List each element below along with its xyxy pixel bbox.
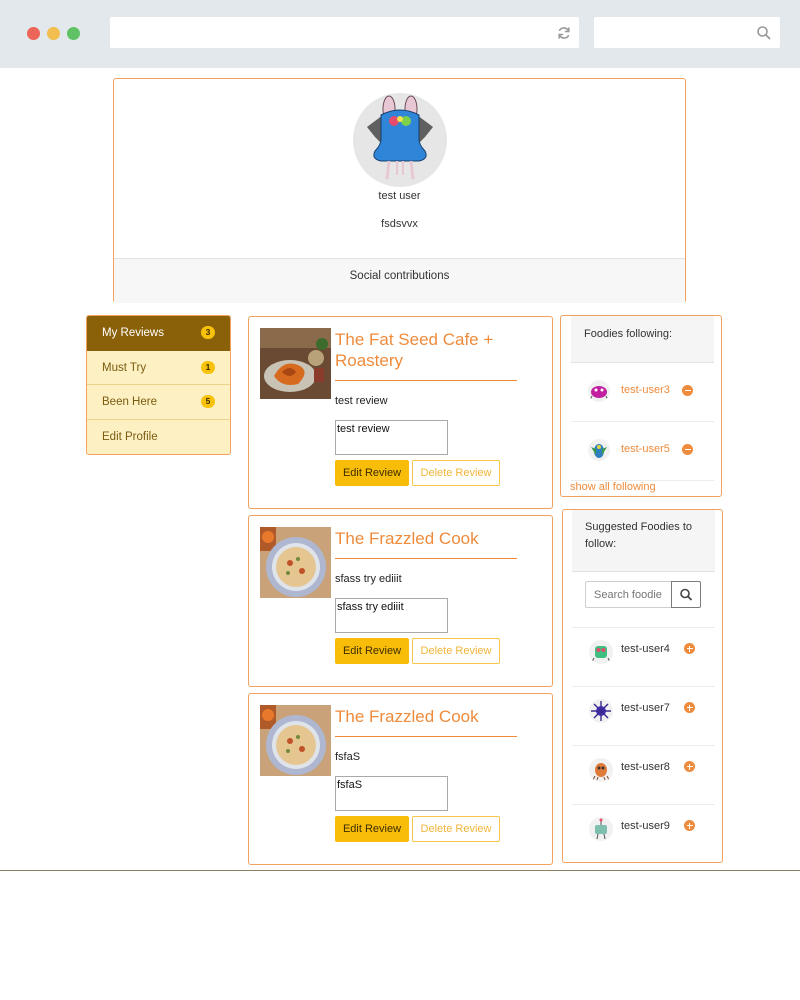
- following-user-row: test-user5: [571, 422, 714, 481]
- footer-divider: [0, 870, 800, 871]
- browser-chrome: [0, 0, 800, 68]
- plus-circle-icon[interactable]: [684, 820, 695, 831]
- review-edit-field[interactable]: sfass try ediiit: [335, 598, 448, 633]
- user-avatar: [588, 439, 610, 461]
- suggested-username[interactable]: test-user9: [621, 820, 670, 832]
- food-image: [260, 328, 331, 399]
- review-text: test review: [335, 395, 388, 407]
- restaurant-name[interactable]: The Frazzled Cook: [335, 706, 515, 727]
- restaurant-photo: [260, 705, 331, 776]
- review-edit-field[interactable]: fsfaS: [335, 776, 448, 811]
- edit-review-button[interactable]: Edit Review: [335, 816, 409, 842]
- nav-item-my-reviews[interactable]: My Reviews 3: [87, 316, 230, 351]
- search-icon: [680, 588, 693, 601]
- suggested-foodies-panel: Suggested Foodies to follow: test-user4: [562, 509, 723, 863]
- delete-review-button[interactable]: Delete Review: [412, 816, 500, 842]
- count-badge: 3: [201, 326, 215, 339]
- minus-circle-icon[interactable]: [682, 444, 693, 455]
- plus-circle-icon[interactable]: [684, 643, 695, 654]
- reload-icon[interactable]: [556, 25, 572, 41]
- review-card: The Frazzled Cook fsfaS fsfaS Edit Revie…: [248, 693, 553, 865]
- suggested-username[interactable]: test-user4: [621, 643, 670, 655]
- monster-avatar-image: [591, 701, 611, 721]
- suggested-user-row: test-user8: [572, 745, 715, 804]
- nav-item-label: Been Here: [102, 396, 157, 408]
- monster-avatar-image: [591, 646, 611, 663]
- suggested-user-row: test-user7: [572, 686, 715, 745]
- nav-item-must-try[interactable]: Must Try 1: [87, 351, 230, 385]
- browser-search-bar[interactable]: [594, 17, 780, 48]
- plus-circle-icon[interactable]: [684, 702, 695, 713]
- following-title: Foodies following:: [571, 316, 714, 363]
- profile-avatar: [353, 93, 447, 187]
- review-text: sfass try ediiit: [335, 573, 402, 585]
- review-card: The Fat Seed Cafe + Roastery test review…: [248, 316, 553, 509]
- review-edit-field[interactable]: test review: [335, 420, 448, 455]
- nav-item-label: My Reviews: [102, 327, 164, 339]
- suggested-username[interactable]: test-user7: [621, 702, 670, 714]
- address-bar[interactable]: [110, 17, 579, 48]
- nav-item-been-here[interactable]: Been Here 5: [87, 385, 230, 420]
- title-divider: [335, 736, 517, 737]
- edit-review-button[interactable]: Edit Review: [335, 460, 409, 486]
- nav-item-label: Edit Profile: [102, 430, 158, 443]
- user-avatar: [589, 640, 613, 664]
- profile-card: test user fsdsvvx Social contributions: [113, 78, 686, 303]
- window-close-dot[interactable]: [27, 27, 40, 40]
- monster-avatar-image: [367, 95, 433, 180]
- profile-nav: My Reviews 3 Must Try 1 Been Here 5 Edit…: [86, 315, 231, 455]
- user-avatar: [589, 817, 613, 841]
- foodie-search-button[interactable]: [671, 581, 701, 608]
- monster-avatar-image: [589, 386, 609, 401]
- following-username[interactable]: test-user5: [621, 443, 670, 455]
- monster-avatar-image: [591, 444, 607, 458]
- edit-review-button[interactable]: Edit Review: [335, 638, 409, 664]
- food-image: [260, 705, 331, 776]
- food-image: [260, 527, 331, 598]
- profile-bio: fsdsvvx: [381, 218, 418, 230]
- profile-footer: Social contributions: [114, 258, 685, 303]
- delete-review-button[interactable]: Delete Review: [412, 638, 500, 664]
- window-minimize-dot[interactable]: [47, 27, 60, 40]
- foodie-search-input[interactable]: [585, 581, 672, 608]
- restaurant-name[interactable]: The Fat Seed Cafe + Roastery: [335, 329, 515, 371]
- review-text: fsfaS: [335, 751, 361, 763]
- count-badge: 5: [201, 395, 215, 408]
- title-divider: [335, 558, 517, 559]
- monster-avatar-image: [595, 818, 607, 840]
- restaurant-photo: [260, 328, 331, 399]
- suggested-user-row: test-user9: [572, 804, 715, 863]
- suggested-title: Suggested Foodies to follow:: [572, 510, 715, 572]
- count-badge: 1: [201, 360, 215, 374]
- user-avatar: [589, 758, 613, 782]
- delete-review-button[interactable]: Delete Review: [412, 460, 500, 486]
- following-username[interactable]: test-user3: [621, 384, 670, 396]
- window-maximize-dot[interactable]: [67, 27, 80, 40]
- review-card: The Frazzled Cook sfass try ediiit sfass…: [248, 515, 553, 687]
- title-divider: [335, 380, 517, 381]
- monster-avatar-image: [592, 763, 610, 781]
- nav-item-label: Must Try: [102, 361, 147, 374]
- following-panel: Foodies following: test-user3 test-user5…: [560, 315, 722, 497]
- profile-username: test user: [378, 190, 421, 202]
- user-avatar: [589, 699, 613, 723]
- restaurant-photo: [260, 527, 331, 598]
- plus-circle-icon[interactable]: [684, 761, 695, 772]
- show-all-following-link[interactable]: show all following: [570, 481, 656, 493]
- search-icon[interactable]: [756, 25, 772, 41]
- restaurant-name[interactable]: The Frazzled Cook: [335, 528, 515, 549]
- following-user-row: test-user3: [571, 363, 714, 422]
- suggested-user-row: test-user4: [572, 627, 715, 686]
- nav-item-edit-profile[interactable]: Edit Profile: [87, 420, 230, 455]
- user-avatar: [588, 380, 610, 402]
- minus-circle-icon[interactable]: [682, 385, 693, 396]
- suggested-username[interactable]: test-user8: [621, 761, 670, 773]
